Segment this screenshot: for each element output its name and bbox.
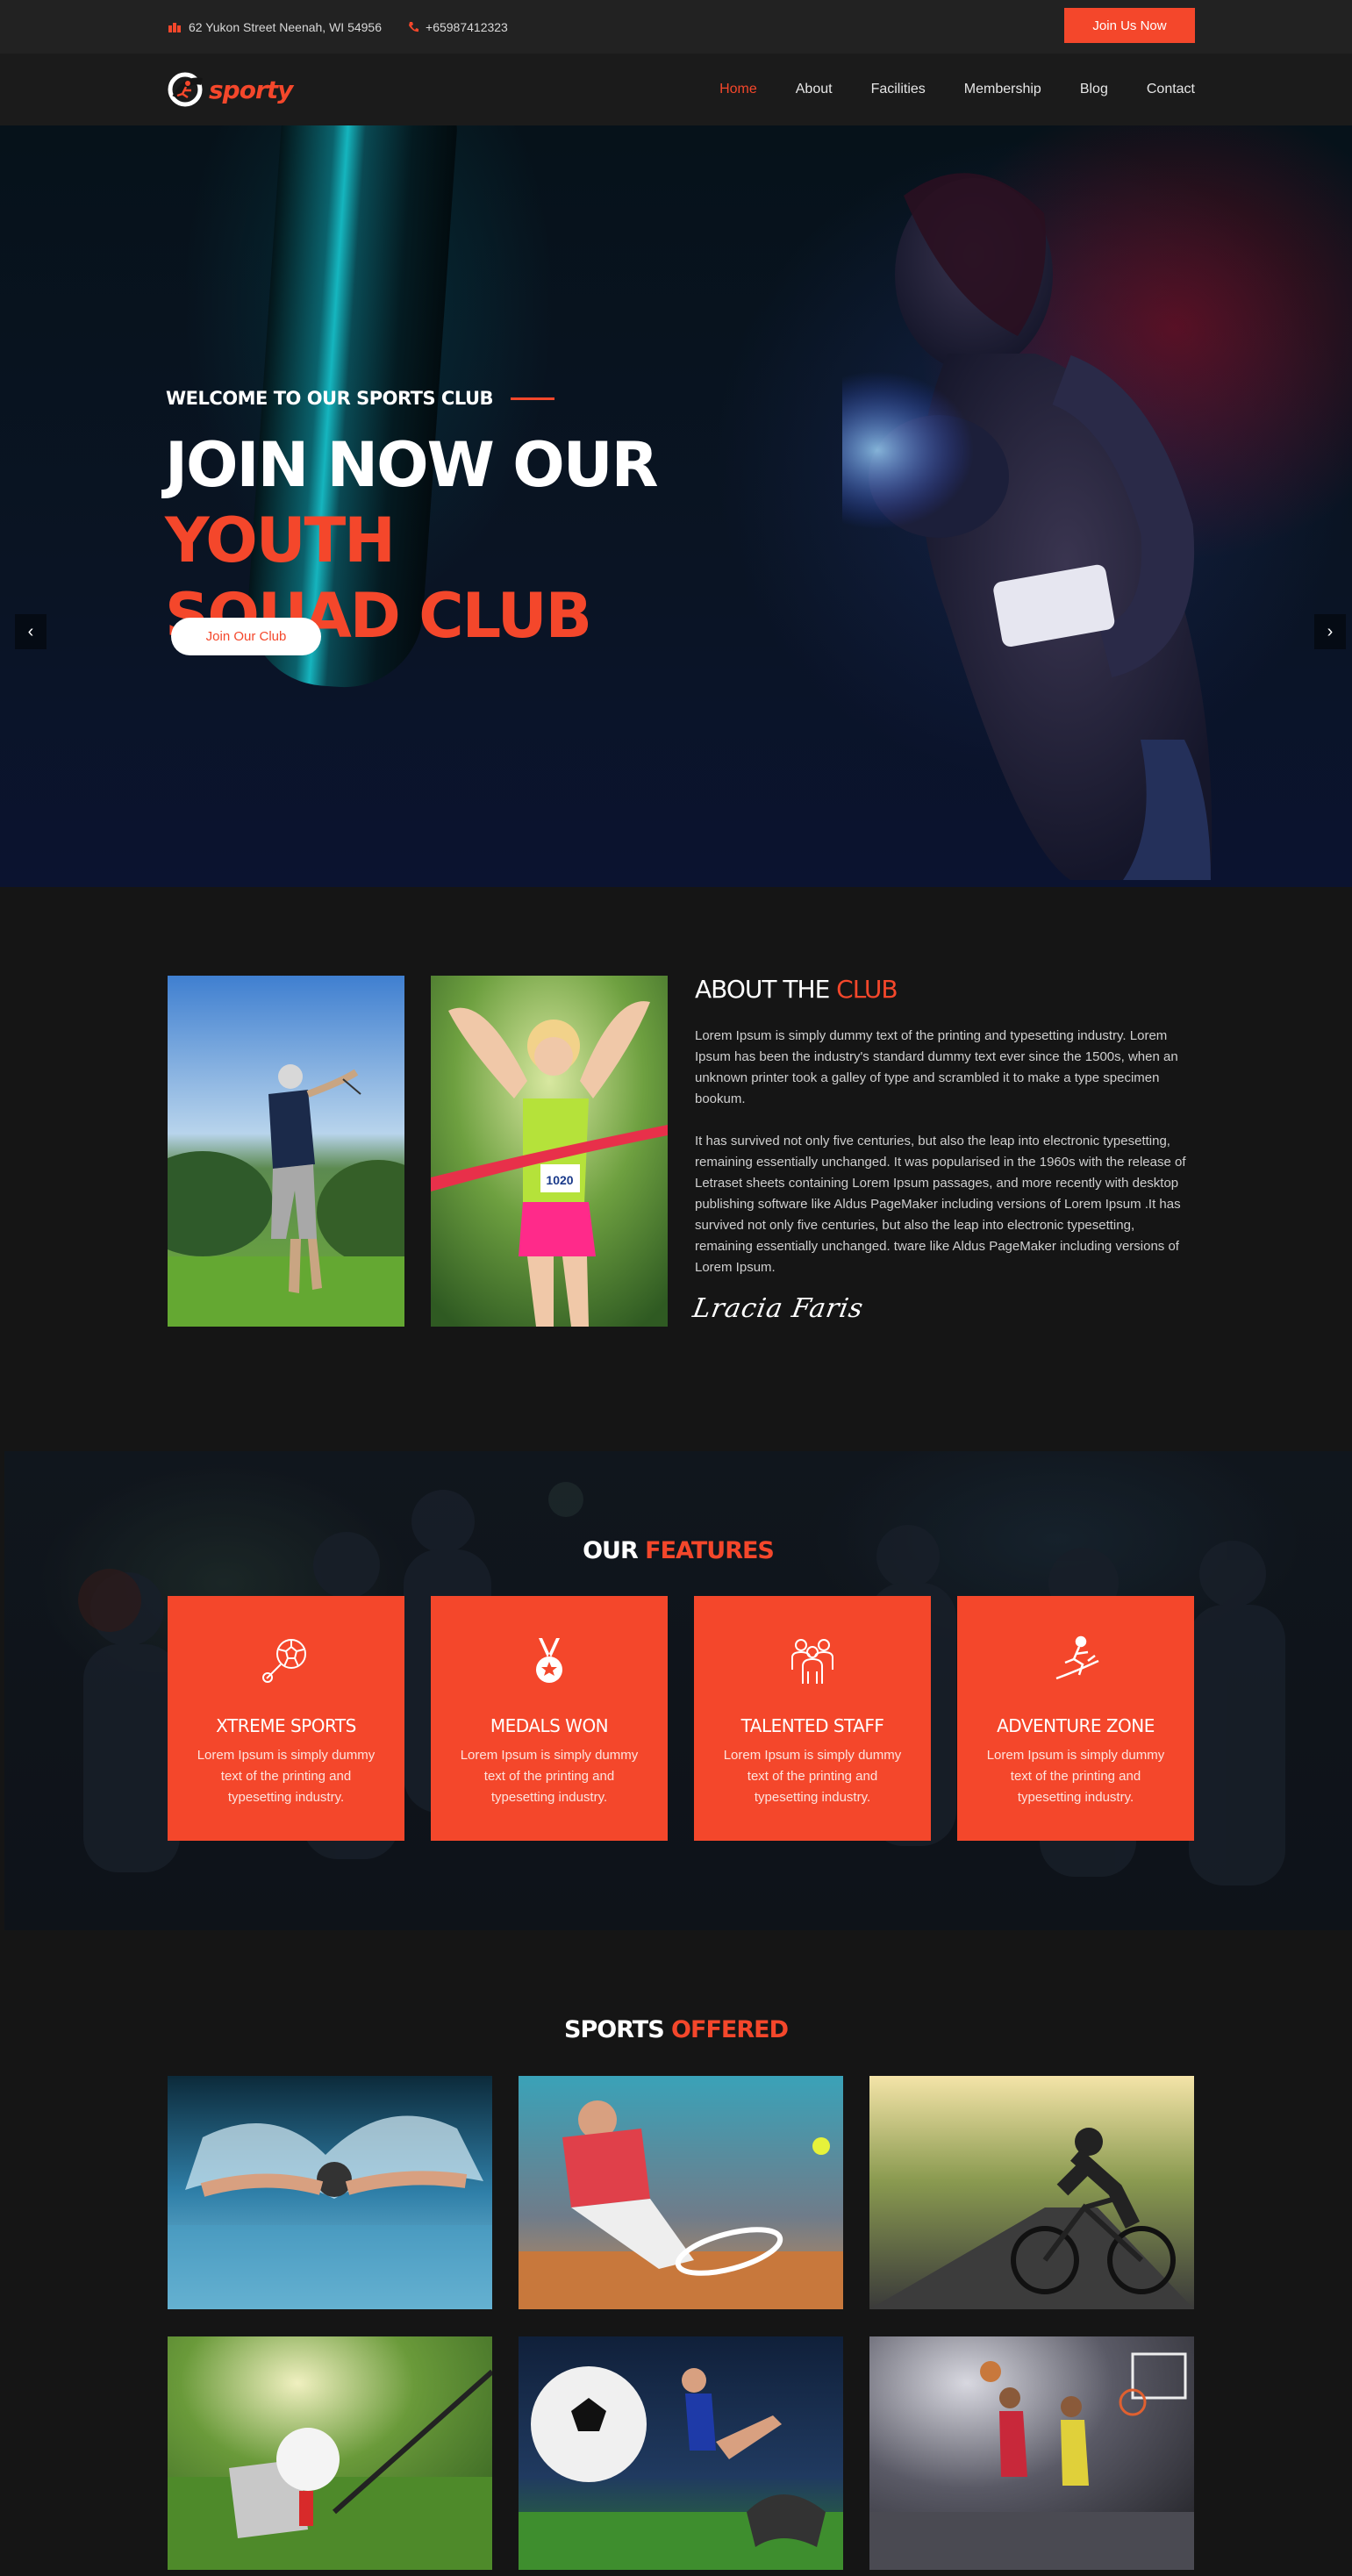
- about-title-white: ABOUT THE: [695, 975, 837, 1004]
- golfer-image: [168, 976, 404, 1327]
- signature: Lracia Faris: [690, 1293, 867, 1324]
- brand-logo[interactable]: sporty: [167, 71, 293, 108]
- nav-item-membership[interactable]: Membership: [964, 82, 1041, 97]
- hero-subtitle: WELCOME TO OUR SPORTS CLUB: [166, 388, 555, 409]
- features-title-accent: FEATURES: [645, 1537, 775, 1564]
- about-paragraph-1: Lorem Ipsum is simply dummy text of the …: [695, 1028, 1178, 1106]
- about-title-accent: CLUB: [836, 975, 898, 1004]
- hero-subtitle-text: WELCOME TO OUR SPORTS CLUB: [166, 388, 494, 409]
- team-icon: [791, 1639, 833, 1684]
- main-navbar: sporty Home About Facilities Membership …: [0, 54, 1352, 125]
- sports-title: SPORTS OFFERED: [0, 2016, 1352, 2043]
- subtitle-underline: [511, 397, 555, 400]
- surfer-icon: [1055, 1635, 1099, 1680]
- nav-item-blog[interactable]: Blog: [1080, 82, 1108, 97]
- top-bar: 62 Yukon Street Neenah, WI 54956 +659874…: [0, 0, 1352, 54]
- runner-image: 1020: [431, 976, 668, 1327]
- hero-slider: WELCOME TO OUR SPORTS CLUB JOIN NOW OUR …: [0, 125, 1352, 887]
- boxer-image: [842, 173, 1213, 880]
- sports-title-white: SPORTS: [564, 2016, 672, 2043]
- feature-card-desc: Lorem Ipsum is simply dummy text of the …: [197, 1748, 376, 1805]
- football-tile[interactable]: [519, 2336, 843, 2570]
- feature-card-desc: Lorem Ipsum is simply dummy text of the …: [986, 1748, 1165, 1805]
- feature-card-adventure-zone[interactable]: ADVENTURE ZONE Lorem Ipsum is simply dum…: [957, 1596, 1194, 1841]
- sports-title-accent: OFFERED: [671, 2016, 789, 2043]
- slider-next-arrow[interactable]: ›: [1314, 614, 1346, 649]
- join-us-now-button[interactable]: Join Us Now: [1064, 8, 1195, 43]
- location-icon: [168, 21, 182, 33]
- feature-card-title: TALENTED STAFF: [740, 1715, 884, 1736]
- about-section: 1020 ABOUT THE CLUB Lorem Ipsum is simpl…: [0, 887, 1352, 1451]
- features-title: OUR FEATURES: [4, 1537, 1352, 1564]
- hero-title-white: JOIN NOW OUR: [165, 429, 658, 501]
- contact-info: 62 Yukon Street Neenah, WI 54956 +659874…: [168, 0, 508, 54]
- nav-menu: Home About Facilities Membership Blog Co…: [719, 54, 1195, 125]
- about-title: ABOUT THE CLUB: [695, 975, 898, 1004]
- tennis-tile[interactable]: [519, 2076, 843, 2309]
- sports-offered-section: SPORTS OFFERED: [0, 1930, 1352, 2576]
- runner-logo-icon: [168, 72, 203, 107]
- basketball-tile[interactable]: [869, 2336, 1194, 2570]
- phone-text: +65987412323: [426, 19, 508, 34]
- slider-prev-arrow[interactable]: ‹: [15, 614, 46, 649]
- feature-card-xtreme-sports[interactable]: XTREME SPORTS Lorem Ipsum is simply dumm…: [168, 1596, 404, 1841]
- medal-icon: [536, 1638, 562, 1683]
- nav-item-about[interactable]: About: [796, 82, 833, 97]
- feature-card-title: ADVENTURE ZONE: [997, 1715, 1155, 1736]
- brand-name: sporty: [209, 75, 293, 104]
- nav-item-home[interactable]: Home: [719, 82, 757, 97]
- features-section: OUR FEATURES XTREME SPORTS Lorem Ipsum i…: [4, 1451, 1352, 1930]
- cycling-tile[interactable]: [869, 2076, 1194, 2309]
- swimming-tile[interactable]: [168, 2076, 492, 2309]
- nav-item-facilities[interactable]: Facilities: [871, 82, 926, 97]
- hero-title-accent-1: YOUTH: [165, 504, 396, 576]
- join-our-club-button[interactable]: Join Our Club: [171, 618, 321, 655]
- feature-card-title: XTREME SPORTS: [216, 1715, 356, 1736]
- feature-card-talented-staff[interactable]: TALENTED STAFF Lorem Ipsum is simply dum…: [694, 1596, 931, 1841]
- soccer-ball-icon: [262, 1639, 306, 1683]
- golf-tile[interactable]: [168, 2336, 492, 2570]
- feature-card-desc: Lorem Ipsum is simply dummy text of the …: [460, 1748, 639, 1805]
- address-text: 62 Yukon Street Neenah, WI 54956: [189, 19, 383, 34]
- features-title-white: OUR: [583, 1537, 646, 1564]
- bib-number: 1020: [546, 1173, 573, 1187]
- feature-card-title: MEDALS WON: [490, 1715, 609, 1736]
- feature-card-medals-won[interactable]: MEDALS WON Lorem Ipsum is simply dummy t…: [431, 1596, 668, 1841]
- about-paragraph-2: It has survived not only five centuries,…: [695, 1134, 1186, 1275]
- phone-icon: [408, 21, 419, 33]
- nav-item-contact[interactable]: Contact: [1147, 82, 1195, 97]
- feature-card-desc: Lorem Ipsum is simply dummy text of the …: [723, 1748, 902, 1805]
